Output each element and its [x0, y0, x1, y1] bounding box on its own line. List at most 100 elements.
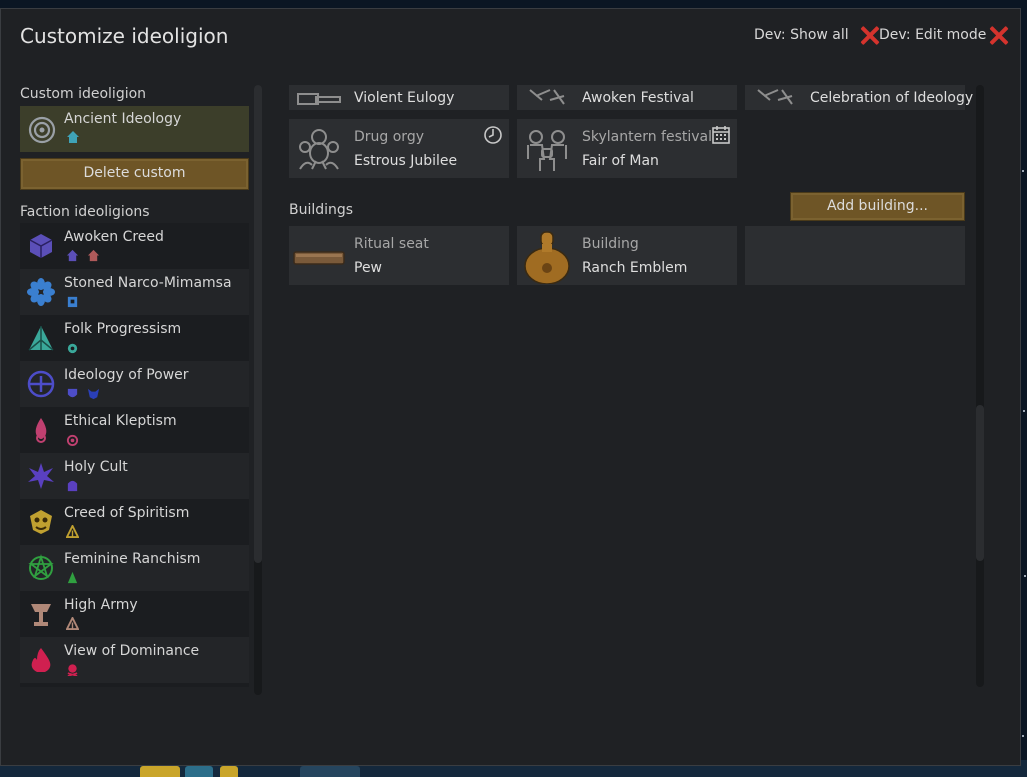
tent-icon [66, 617, 79, 630]
ritual-card[interactable]: Drug orgy Estrous Jubilee [289, 119, 509, 178]
meme-tags [66, 571, 79, 584]
building-card[interactable]: Building Ranch Emblem [517, 226, 737, 285]
meme-tags [66, 617, 79, 630]
faction-ideoligion-item[interactable]: Ideology of Power [20, 361, 249, 407]
star [1022, 170, 1024, 172]
calendar-icon [712, 126, 730, 144]
building-name: Ranch Emblem [582, 260, 688, 276]
fire-icon [31, 648, 51, 672]
beast-icon [87, 388, 100, 400]
faction-ideoligion-item[interactable]: Path of the Blood Mistress [20, 683, 249, 687]
dancers-icon [529, 89, 565, 105]
faction-ideoligion-item[interactable]: Holy Cult [20, 453, 249, 499]
right-scrollbar[interactable] [976, 85, 984, 687]
meme-tags [66, 525, 79, 538]
add-building-button[interactable]: Add building... [790, 192, 965, 221]
faction-ideoligion-item[interactable]: Stoned Narco-Mimamsa [20, 269, 249, 315]
ritual-name: Fair of Man [582, 153, 659, 169]
clock-icon [484, 126, 502, 144]
star-burst-icon [28, 463, 54, 489]
faction-ideoligion-item[interactable]: Creed of Spiritism [20, 499, 249, 545]
totem-icon [524, 231, 570, 284]
meme-tags [66, 663, 79, 676]
faction-ideoligion-name: Ideology of Power [64, 367, 189, 383]
building-card[interactable]: Ritual seat Pew [289, 226, 509, 285]
ritual-kind: Drug orgy [354, 129, 424, 145]
faction-ideoligion-item[interactable]: High Army [20, 591, 249, 637]
faction-ideoligion-name: Creed of Spiritism [64, 505, 190, 521]
faction-ideoligion-name: Ethical Kleptism [64, 413, 177, 429]
meme-tags [66, 295, 79, 308]
gavel-icon [297, 93, 341, 105]
faction-ideoligions-header: Faction ideoligions [20, 204, 150, 220]
buildings-header: Buildings [289, 202, 354, 218]
ring-icon [67, 343, 78, 354]
star [1022, 735, 1024, 737]
faction-ideoligion-name: Folk Progressism [64, 321, 182, 337]
custom-ideoligion-item[interactable]: Ancient Ideology [20, 106, 249, 152]
building-kind: Ritual seat [354, 236, 429, 252]
goblet-icon [31, 604, 51, 626]
delete-custom-button[interactable]: Delete custom [20, 158, 249, 190]
building-name: Pew [354, 260, 383, 276]
left-scrollbar[interactable] [254, 85, 262, 695]
close-x-icon [859, 25, 879, 45]
ritual-name: Violent Eulogy [354, 90, 455, 106]
meme-tags [66, 479, 79, 492]
faction-ideoligion-name: View of Dominance [64, 643, 200, 659]
ritual-name: Estrous Jubilee [354, 153, 458, 169]
faction-ideoligion-item[interactable]: View of Dominance [20, 637, 249, 683]
dev-edit-mode-label: Dev: Edit mode [879, 27, 987, 43]
star-ring-icon [28, 554, 54, 580]
ritual-card[interactable]: Celebration of Ideology [745, 85, 973, 110]
tomb-icon [67, 480, 78, 492]
faction-ideoligion-name: Holy Cult [64, 459, 128, 475]
triangle-icon [28, 326, 54, 351]
meme-tags [66, 433, 79, 446]
shield-icon [67, 388, 78, 398]
ritual-card[interactable]: Awoken Festival [517, 85, 737, 110]
meme-tags [66, 387, 100, 400]
custom-ideoligion-header: Custom ideoligion [20, 86, 147, 102]
dev-show-all-label: Dev: Show all [754, 27, 849, 43]
faction-ideoligion-name: Awoken Creed [64, 229, 164, 245]
ritual-kind: Skylantern festival [582, 129, 713, 145]
customize-ideoligion-dialog: Customize ideoligion Dev: Show all Dev: … [0, 8, 1021, 766]
fist-icon [66, 434, 79, 446]
faction-ideoligion-item[interactable]: Ethical Kleptism [20, 407, 249, 453]
tent-icon [66, 525, 79, 538]
cube-icon [29, 234, 53, 258]
meme-tags [66, 341, 79, 354]
faction-ideoligion-item[interactable]: Awoken Creed [20, 223, 249, 269]
dialog-title: Customize ideoligion [20, 24, 229, 48]
house-icon [87, 249, 100, 262]
faction-ideoligion-name: High Army [64, 597, 138, 613]
left-scrollbar-thumb[interactable] [254, 85, 262, 563]
ritual-name: Awoken Festival [582, 90, 694, 106]
mask-icon [30, 510, 52, 534]
star [1023, 410, 1025, 412]
lantern-people-icon [527, 130, 567, 171]
flower-icon [27, 278, 55, 306]
ritual-card[interactable]: Skylantern festival Fair of Man [517, 119, 737, 178]
dev-show-all-toggle[interactable]: Dev: Show all [754, 25, 879, 45]
custom-ideoligion-name: Ancient Ideology [64, 111, 182, 127]
right-scrollbar-thumb[interactable] [976, 405, 984, 561]
house-icon [67, 131, 79, 143]
ritual-card[interactable]: Violent Eulogy [289, 85, 509, 110]
house-icon [66, 249, 79, 262]
spiral-icon [28, 116, 56, 144]
pew-icon [293, 251, 345, 265]
empty-building-slot[interactable] [745, 226, 965, 285]
faction-ideoligion-item[interactable]: Folk Progressism [20, 315, 249, 361]
faction-ideoligion-item[interactable]: Feminine Ranchism [20, 545, 249, 591]
faction-ideoligion-name: Feminine Ranchism [64, 551, 201, 567]
ritual-name: Celebration of Ideology [810, 90, 974, 106]
dev-edit-mode-toggle[interactable]: Dev: Edit mode [879, 25, 1008, 45]
star [1024, 575, 1026, 577]
close-x-icon [988, 25, 1008, 45]
building-kind: Building [582, 236, 639, 252]
building-icon [67, 296, 78, 308]
dancers-icon [757, 89, 793, 105]
tree-icon [67, 571, 78, 584]
